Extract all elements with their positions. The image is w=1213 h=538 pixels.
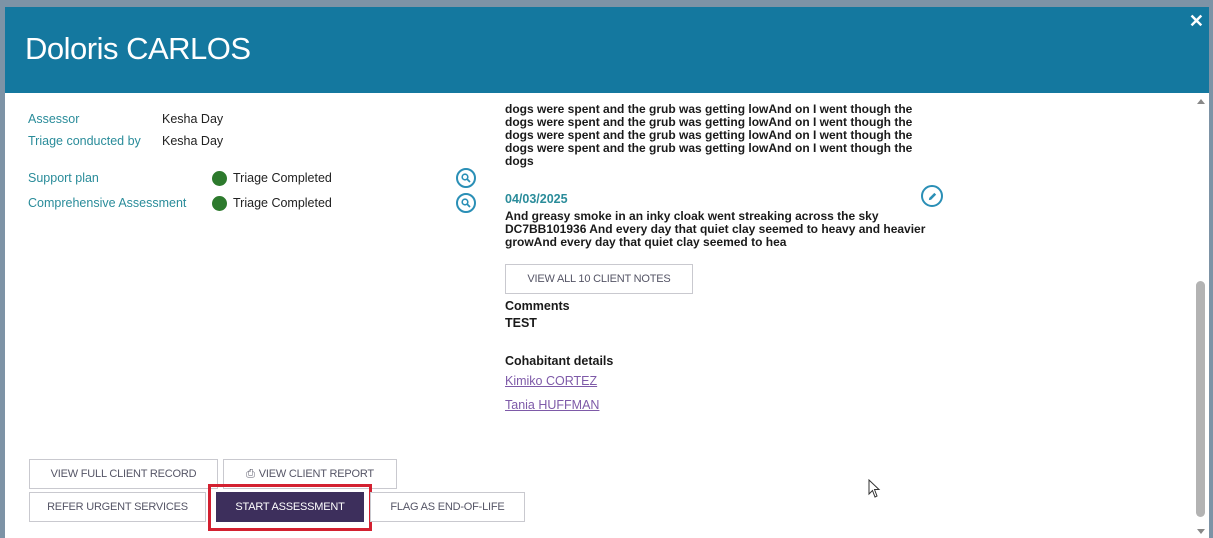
triage-label: Triage conducted by bbox=[28, 134, 141, 148]
cohabitant-link[interactable]: Kimiko CORTEZ bbox=[505, 374, 597, 388]
edit-note-pencil-icon[interactable] bbox=[921, 185, 943, 207]
scrollbar-thumb[interactable] bbox=[1196, 281, 1205, 517]
comprehensive-assessment-status: Triage Completed bbox=[233, 196, 332, 210]
note-line: dogs were spent and the grub was getting… bbox=[505, 141, 913, 155]
cohabitant-link[interactable]: Tania HUFFMAN bbox=[505, 398, 599, 412]
view-full-client-record-button[interactable]: VIEW FULL CLIENT RECORD bbox=[29, 459, 218, 489]
modal-header: Doloris CARLOS ✕ bbox=[5, 7, 1209, 93]
status-dot-icon bbox=[212, 196, 227, 211]
refer-urgent-services-button[interactable]: REFER URGENT SERVICES bbox=[29, 492, 206, 522]
scroll-down-arrow-icon[interactable] bbox=[1197, 529, 1205, 534]
vertical-scrollbar[interactable] bbox=[1193, 93, 1209, 538]
previous-note-text: dogs were spent and the grub was getting… bbox=[505, 103, 965, 168]
view-support-plan-zoom-icon[interactable] bbox=[456, 168, 476, 188]
client-name-title: Doloris CARLOS bbox=[25, 31, 251, 66]
close-icon[interactable]: ✕ bbox=[1189, 11, 1204, 32]
view-client-report-label: VIEW CLIENT REPORT bbox=[258, 468, 374, 480]
support-plan-label: Support plan bbox=[28, 171, 99, 185]
assessor-value: Kesha Day bbox=[162, 112, 224, 126]
comprehensive-assessment-label: Comprehensive Assessment bbox=[28, 196, 187, 210]
start-assessment-button[interactable]: START ASSESSMENT bbox=[216, 492, 364, 522]
comments-title: Comments bbox=[505, 299, 570, 313]
note-date: 04/03/2025 bbox=[505, 192, 568, 206]
comments-value: TEST bbox=[505, 316, 537, 330]
note-line: growAnd every day that quiet clay seemed… bbox=[505, 235, 787, 249]
assessor-label: Assessor bbox=[28, 112, 80, 126]
modal-content: Assessor Kesha Day Triage conducted by K… bbox=[5, 93, 1193, 538]
support-plan-status: Triage Completed bbox=[233, 171, 332, 185]
client-modal: Doloris CARLOS ✕ Assessor Kesha Day Tria… bbox=[5, 7, 1209, 538]
scroll-up-arrow-icon[interactable] bbox=[1197, 99, 1205, 104]
triage-value: Kesha Day bbox=[162, 134, 224, 148]
view-all-client-notes-button[interactable]: VIEW ALL 10 CLIENT NOTES bbox=[505, 264, 693, 294]
flag-as-end-of-life-button[interactable]: FLAG AS END-OF-LIFE bbox=[370, 492, 525, 522]
status-dot-icon bbox=[212, 171, 227, 186]
note-line: dogs bbox=[505, 154, 534, 168]
latest-note-text: And greasy smoke in an inky cloak went s… bbox=[505, 210, 965, 249]
mouse-pointer-icon bbox=[868, 478, 882, 504]
cohabitant-details-title: Cohabitant details bbox=[505, 354, 614, 368]
view-comprehensive-assessment-zoom-icon[interactable] bbox=[456, 193, 476, 213]
printer-icon: ⎙ bbox=[246, 467, 255, 480]
